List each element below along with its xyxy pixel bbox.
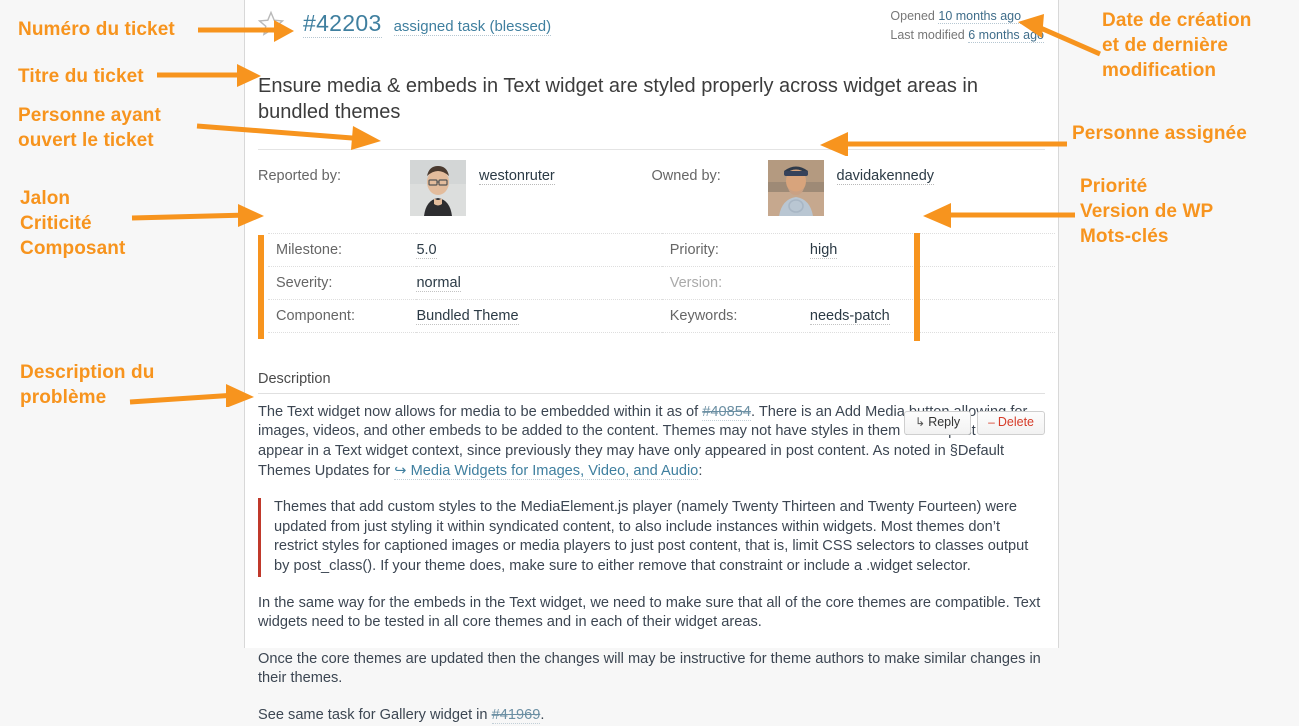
blockquote-text: Themes that add custom styles to the Med…: [274, 499, 1029, 574]
table-row: Severity: normal Version:: [268, 266, 1055, 300]
external-link-label: Media Widgets for Images, Video, and Aud…: [410, 462, 699, 479]
ticket-dates: Opened 10 months ago Last modified 6 mon…: [890, 7, 1044, 45]
severity-value-link[interactable]: normal: [416, 274, 461, 292]
priority-label: Priority:: [669, 241, 719, 258]
annotation-arrow-description: [129, 384, 254, 407]
owner-name: davidakennedy: [824, 160, 935, 185]
avatar: [767, 159, 824, 216]
ticket-header: #42203 assigned task (blessed) Opened 10…: [245, 0, 1058, 56]
opened-label: Opened: [890, 9, 935, 23]
annotation-priority-line-3: Mots-clés: [1080, 226, 1169, 247]
annotation-dates-line-3: modification: [1102, 60, 1217, 81]
reply-button[interactable]: ↳ Reply: [904, 410, 972, 435]
owner-name-link[interactable]: davidakennedy: [836, 167, 935, 185]
severity-label: Severity:: [276, 274, 333, 291]
keywords-value-link[interactable]: needs-patch: [809, 307, 890, 325]
ticket-people: Reported by: westonruter Owned by: david…: [258, 148, 1046, 228]
avatar: [410, 159, 466, 216]
keywords-label: Keywords:: [669, 307, 738, 324]
owner-label: Owned by:: [651, 167, 721, 184]
attribute-highlight-left-bar: [258, 234, 264, 339]
reporter-name-link[interactable]: westonruter: [479, 167, 555, 185]
desc-p1-part-a: The Text widget now allows for media to …: [258, 403, 703, 420]
version-value: [810, 266, 1055, 299]
owner-block: Owned by: davidakennedy: [651, 159, 1046, 216]
milestone-label: Milestone:: [276, 241, 343, 258]
reporter-block: Reported by: westonruter: [258, 159, 652, 216]
ticket-type-link[interactable]: assigned task (blessed): [393, 18, 552, 36]
modified-label: Last modified: [890, 28, 965, 42]
annotation-attributes-line-3: Composant: [20, 238, 126, 259]
priority-value-link[interactable]: high: [809, 241, 838, 259]
description-body: ↳ Reply – Delete The Text widget now allow…: [258, 394, 1045, 726]
annotation-description-line-2: problème: [20, 387, 107, 408]
annotation-attributes: Jalon Criticité Composant: [20, 186, 125, 261]
ticket-id-link[interactable]: #42203: [303, 10, 382, 38]
annotation-owner: Personne assignée: [1072, 123, 1247, 144]
severity-value: normal: [416, 266, 661, 299]
ticket-id-line: #42203 assigned task (blessed): [303, 10, 552, 38]
annotation-dates-line-2: et de dernière: [1102, 35, 1229, 56]
desc-p4-part-b: .: [540, 706, 545, 723]
annotation-description: Description du problème: [20, 360, 154, 410]
priority-value: high: [809, 233, 1055, 266]
annotation-priority-line-1: Priorité: [1080, 176, 1148, 197]
component-label: Component:: [276, 307, 355, 324]
attribute-highlight-right-bar: [914, 232, 920, 341]
annotation-description-line-1: Description du: [20, 362, 155, 383]
annotation-attributes-line-1: Jalon: [20, 188, 71, 209]
table-row: Milestone: 5.0 Priority: high: [268, 233, 1055, 267]
opened-row: Opened 10 months ago: [890, 7, 1044, 26]
star-outline-icon[interactable]: [256, 9, 286, 39]
annotation-reporter-line-1: Personne ayant: [18, 105, 161, 126]
component-value: Bundled Theme: [416, 299, 661, 332]
ticket-link-40854[interactable]: #40854: [702, 403, 751, 421]
component-value-link[interactable]: Bundled Theme: [416, 307, 519, 325]
ticket-attributes: Milestone: 5.0 Priority: high Severity: …: [258, 232, 1055, 341]
minus-icon: –: [988, 414, 995, 429]
ticket-link-41969[interactable]: #41969: [491, 706, 541, 724]
annotation-reporter-line-2: ouvert le ticket: [18, 130, 154, 151]
ticket-summary: Ensure media & embeds in Text widget are…: [258, 75, 978, 124]
description-actions: ↳ Reply – Delete: [904, 410, 1045, 435]
milestone-value: 5.0: [416, 233, 661, 266]
table-row: Component: Bundled Theme Keywords: needs…: [268, 299, 1055, 333]
desc-p4-part-a: See same task for Gallery widget in: [258, 706, 492, 723]
milestone-value-link[interactable]: 5.0: [416, 241, 437, 259]
delete-button[interactable]: – Delete: [977, 410, 1045, 435]
description-paragraph-4: See same task for Gallery widget in #419…: [258, 706, 1045, 726]
external-link-media-widgets[interactable]: ↪ Media Widgets for Images, Video, and A…: [394, 462, 699, 480]
keywords-value: needs-patch: [809, 299, 1055, 332]
modified-row: Last modified 6 months ago: [890, 26, 1044, 45]
ticket-panel: #42203 assigned task (blessed) Opened 10…: [244, 0, 1059, 724]
desc-p1-part-c: :: [698, 462, 703, 479]
annotation-reporter: Personne ayant ouvert le ticket: [18, 103, 161, 153]
description-blockquote: Themes that add custom styles to the Med…: [258, 498, 1045, 577]
opened-value[interactable]: 10 months ago: [938, 9, 1022, 24]
annotation-dates-line-1: Date de création: [1102, 10, 1252, 31]
reporter-name: westonruter: [466, 160, 555, 185]
reporter-label: Reported by:: [258, 167, 342, 184]
description-paragraph-3: Once the core themes are updated then th…: [258, 650, 1041, 687]
annotation-attributes-line-2: Criticité: [20, 213, 92, 234]
reply-arrow-icon: ↳: [915, 414, 926, 429]
annotation-dates: Date de création et de dernière modifica…: [1102, 8, 1251, 83]
description-heading: Description: [258, 371, 1045, 394]
annotation-ticket-number: Numéro du ticket: [18, 19, 175, 40]
external-link-icon: ↪: [394, 462, 407, 479]
reply-button-label: Reply: [928, 414, 961, 429]
delete-button-label: Delete: [997, 414, 1034, 429]
annotation-priority-line-2: Version de WP: [1080, 201, 1214, 222]
description-paragraph-2: In the same way for the embeds in the Te…: [258, 594, 1041, 631]
annotation-ticket-title: Titre du ticket: [18, 66, 144, 87]
version-label: Version:: [669, 274, 723, 291]
annotation-priority: Priorité Version de WP Mots-clés: [1080, 174, 1213, 249]
modified-value[interactable]: 6 months ago: [968, 28, 1044, 43]
